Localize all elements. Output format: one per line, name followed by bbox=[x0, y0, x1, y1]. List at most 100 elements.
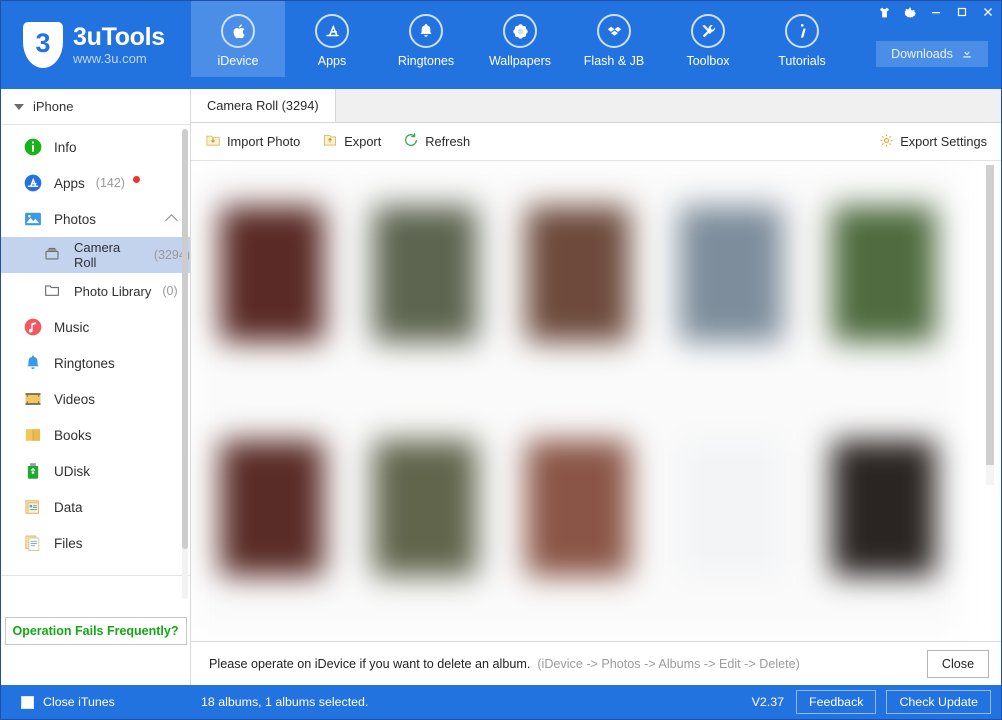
feedback-button[interactable]: Feedback bbox=[796, 690, 877, 714]
operation-fails-help-button[interactable]: Operation Fails Frequently? bbox=[4, 616, 187, 645]
sidebar-item-apps[interactable]: Apps (142) bbox=[1, 165, 190, 201]
photo-cell[interactable] bbox=[654, 165, 807, 399]
nav-tab-tutorials[interactable]: Tutorials bbox=[755, 1, 849, 77]
photo-thumbnail bbox=[219, 440, 324, 576]
film-icon bbox=[23, 389, 43, 409]
appstore-icon bbox=[23, 173, 43, 193]
import-photo-label: Import Photo bbox=[227, 134, 301, 149]
nav-label-toolbox: Toolbox bbox=[686, 54, 730, 68]
photo-cell[interactable] bbox=[807, 165, 960, 399]
files-icon bbox=[23, 533, 43, 553]
version-label: V2.37 bbox=[751, 695, 785, 709]
sidebar-item-music[interactable]: Music bbox=[1, 309, 190, 345]
chevron-up-icon bbox=[165, 214, 178, 227]
nav-tab-ringtones[interactable]: Ringtones bbox=[379, 1, 473, 77]
nav-tab-wallpapers[interactable]: Wallpapers bbox=[473, 1, 567, 77]
photo-grid bbox=[195, 165, 960, 633]
photo-cell[interactable] bbox=[348, 165, 501, 399]
folder-icon bbox=[43, 281, 63, 301]
main-body: iPhone Info Apps (142) Photos Camera Rol… bbox=[1, 88, 1001, 685]
settings-gear-icon[interactable] bbox=[897, 1, 923, 23]
sidebar-item-data[interactable]: Data bbox=[1, 489, 190, 525]
albums-status-text: 18 albums, 1 albums selected. bbox=[201, 695, 369, 709]
photo-cell[interactable] bbox=[807, 399, 960, 633]
nav-tab-apps[interactable]: Apps bbox=[285, 1, 379, 77]
nav-label-idevice: iDevice bbox=[217, 54, 259, 68]
sidebar: iPhone Info Apps (142) Photos Camera Rol… bbox=[1, 89, 191, 685]
refresh-label: Refresh bbox=[425, 134, 471, 149]
sidebar-item-files[interactable]: Files bbox=[1, 525, 190, 561]
sidebar-item-ringtones[interactable]: Ringtones bbox=[1, 345, 190, 381]
nav-tab-toolbox[interactable]: Toolbox bbox=[661, 1, 755, 77]
photo-cell[interactable] bbox=[348, 399, 501, 633]
photo-thumbnail bbox=[525, 206, 630, 342]
tools-icon bbox=[691, 14, 725, 48]
notification-close-button[interactable]: Close bbox=[927, 649, 989, 678]
sidebar-label-books: Books bbox=[54, 427, 92, 443]
brand-logo: 3 3uTools www.3u.com bbox=[1, 1, 191, 89]
refresh-icon bbox=[403, 132, 419, 151]
brand-initial: 3 bbox=[35, 27, 51, 58]
sidebar-item-books[interactable]: Books bbox=[1, 417, 190, 453]
sidebar-item-info[interactable]: Info bbox=[1, 129, 190, 165]
photo-cell[interactable] bbox=[501, 399, 654, 633]
bell-icon bbox=[409, 14, 443, 48]
device-header[interactable]: iPhone bbox=[1, 89, 190, 125]
book-icon bbox=[23, 425, 43, 445]
sidebar-item-udisk[interactable]: UDisk bbox=[1, 453, 190, 489]
downloads-label: Downloads bbox=[891, 47, 953, 61]
photo-thumbnail bbox=[678, 206, 783, 342]
skin-shirt-icon[interactable] bbox=[871, 1, 897, 23]
sidebar-item-videos[interactable]: Videos bbox=[1, 381, 190, 417]
openbox-icon bbox=[597, 14, 631, 48]
downloads-button[interactable]: Downloads bbox=[876, 41, 988, 67]
sidebar-item-photos[interactable]: Photos bbox=[1, 201, 190, 237]
sidebar-item-photo-library[interactable]: Photo Library (0) bbox=[1, 273, 190, 309]
tab-camera-roll[interactable]: Camera Roll (3294) bbox=[191, 88, 336, 122]
nav-tab-idevice[interactable]: iDevice bbox=[191, 1, 285, 77]
sidebar-label-photo-library: Photo Library bbox=[74, 283, 152, 299]
photo-cell[interactable] bbox=[654, 399, 807, 633]
chevron-down-icon bbox=[14, 103, 24, 110]
shield-logo-icon: 3 bbox=[23, 22, 63, 68]
sidebar-label-photos: Photos bbox=[54, 211, 97, 227]
sidebar-label-videos: Videos bbox=[54, 391, 96, 407]
brand-title: 3uTools bbox=[73, 23, 165, 52]
content-tabstrip: Camera Roll (3294) bbox=[191, 88, 1001, 123]
sidebar-list: Info Apps (142) Photos Camera Roll (3294… bbox=[1, 125, 190, 575]
photo-cell[interactable] bbox=[195, 165, 348, 399]
data-icon bbox=[23, 497, 43, 517]
photo-cell[interactable] bbox=[195, 399, 348, 633]
sidebar-scrollbar[interactable] bbox=[182, 129, 188, 599]
photo-thumbnail bbox=[372, 206, 477, 342]
download-arrow-icon bbox=[961, 47, 973, 62]
bell-blue-icon bbox=[23, 353, 43, 373]
apps-update-badge bbox=[132, 175, 140, 183]
sidebar-label-ringtones: Ringtones bbox=[54, 355, 115, 371]
content-area: Camera Roll (3294) Import Photo Export R… bbox=[191, 88, 1001, 685]
photo-thumbnail bbox=[372, 440, 477, 576]
maximize-icon[interactable] bbox=[949, 1, 975, 23]
export-button[interactable]: Export bbox=[322, 132, 381, 151]
gear-icon bbox=[879, 133, 894, 151]
photo-grid-scrollbar[interactable] bbox=[986, 165, 994, 485]
export-settings-button[interactable]: Export Settings bbox=[879, 133, 987, 151]
photos-icon bbox=[23, 209, 43, 229]
close-icon[interactable] bbox=[975, 1, 1001, 23]
check-update-button[interactable]: Check Update bbox=[886, 690, 991, 714]
import-photo-button[interactable]: Import Photo bbox=[205, 132, 300, 151]
photo-thumbnail bbox=[678, 440, 783, 576]
nav-label-apps: Apps bbox=[317, 54, 347, 68]
export-icon bbox=[322, 132, 338, 151]
minimize-icon[interactable] bbox=[923, 1, 949, 23]
refresh-button[interactable]: Refresh bbox=[403, 132, 470, 151]
nav-tab-flash-jb[interactable]: Flash & JB bbox=[567, 1, 661, 77]
sidebar-label-camera-roll: Camera Roll bbox=[74, 240, 121, 270]
photo-cell[interactable] bbox=[501, 165, 654, 399]
sidebar-item-camera-roll[interactable]: Camera Roll (3294) bbox=[1, 237, 190, 273]
sidebar-footer: Operation Fails Frequently? bbox=[1, 575, 190, 685]
sidebar-label-apps: Apps bbox=[54, 175, 85, 191]
sidebar-label-music: Music bbox=[54, 319, 90, 335]
nav-label-tutorials: Tutorials bbox=[778, 54, 826, 68]
close-itunes-checkbox[interactable]: Close iTunes bbox=[1, 695, 191, 709]
